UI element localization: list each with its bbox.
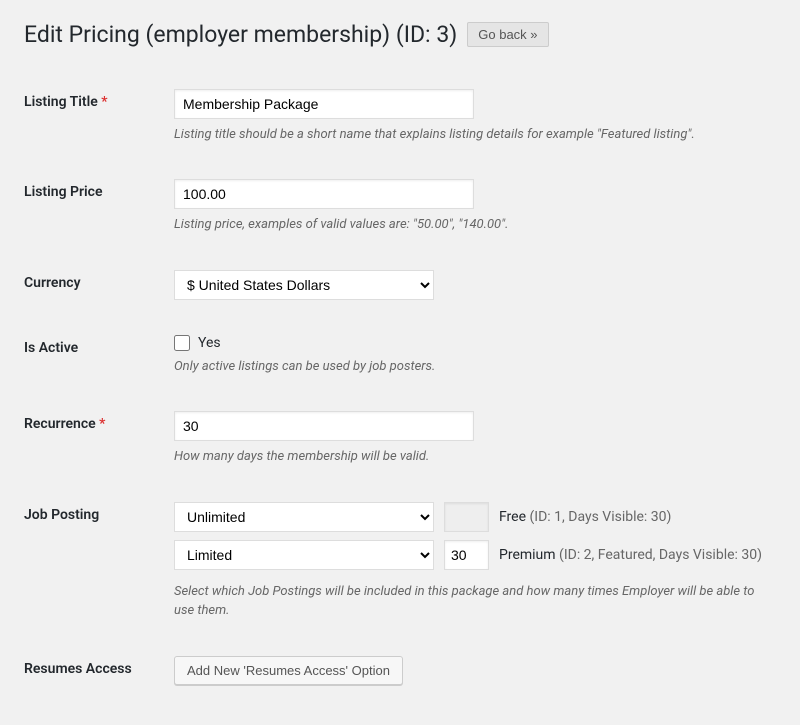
is-active-label: Is Active (24, 320, 174, 397)
checkbox-text: Yes (198, 335, 221, 351)
job-meta-text: (ID: 1, Days Visible: 30) (530, 509, 672, 525)
currency-label: Currency (24, 255, 174, 320)
recurrence-description: How many days the membership will be val… (174, 447, 776, 467)
page-title: Edit Pricing (employer membership) (ID: … (24, 20, 457, 50)
label-text: Recurrence (24, 416, 96, 432)
job-meta-text: (ID: 2, Featured, Days Visible: 30) (559, 547, 762, 563)
job-posting-row: Limited Premium (ID: 2, Featured, Days V… (174, 540, 776, 570)
recurrence-input[interactable] (174, 411, 474, 441)
add-resumes-access-button[interactable]: Add New 'Resumes Access' Option (174, 656, 403, 685)
listing-price-label: Listing Price (24, 164, 174, 255)
required-asterisk: * (101, 94, 107, 110)
job-name-text: Free (499, 509, 526, 525)
recurrence-label: Recurrence * (24, 396, 174, 487)
job-posting-select[interactable]: Limited (174, 540, 434, 570)
job-posting-row: Unlimited Free (ID: 1, Days Visible: 30) (174, 502, 776, 532)
job-posting-select[interactable]: Unlimited (174, 502, 434, 532)
listing-title-input[interactable] (174, 89, 474, 119)
listing-price-description: Listing price, examples of valid values … (174, 215, 776, 235)
job-posting-name: Premium (ID: 2, Featured, Days Visible: … (499, 547, 762, 563)
go-back-button[interactable]: Go back » (467, 22, 548, 47)
resumes-access-label: Resumes Access (24, 641, 174, 705)
job-posting-label: Job Posting (24, 487, 174, 641)
required-asterisk: * (99, 416, 105, 432)
job-posting-description: Select which Job Postings will be includ… (174, 582, 776, 621)
label-text: Listing Title (24, 94, 98, 110)
is-active-checkbox[interactable] (174, 335, 190, 351)
listing-title-description: Listing title should be a short name tha… (174, 125, 776, 145)
job-posting-name: Free (ID: 1, Days Visible: 30) (499, 509, 671, 525)
is-active-description: Only active listings can be used by job … (174, 357, 776, 377)
page-heading: Edit Pricing (employer membership) (ID: … (24, 20, 776, 50)
job-name-text: Premium (499, 547, 556, 563)
listing-price-input[interactable] (174, 179, 474, 209)
listing-title-label: Listing Title * (24, 74, 174, 165)
job-posting-count-input[interactable] (444, 540, 489, 570)
job-posting-count-input (444, 502, 489, 532)
currency-select[interactable]: $ United States Dollars (174, 270, 434, 300)
pricing-form: Listing Title * Listing title should be … (24, 74, 776, 705)
